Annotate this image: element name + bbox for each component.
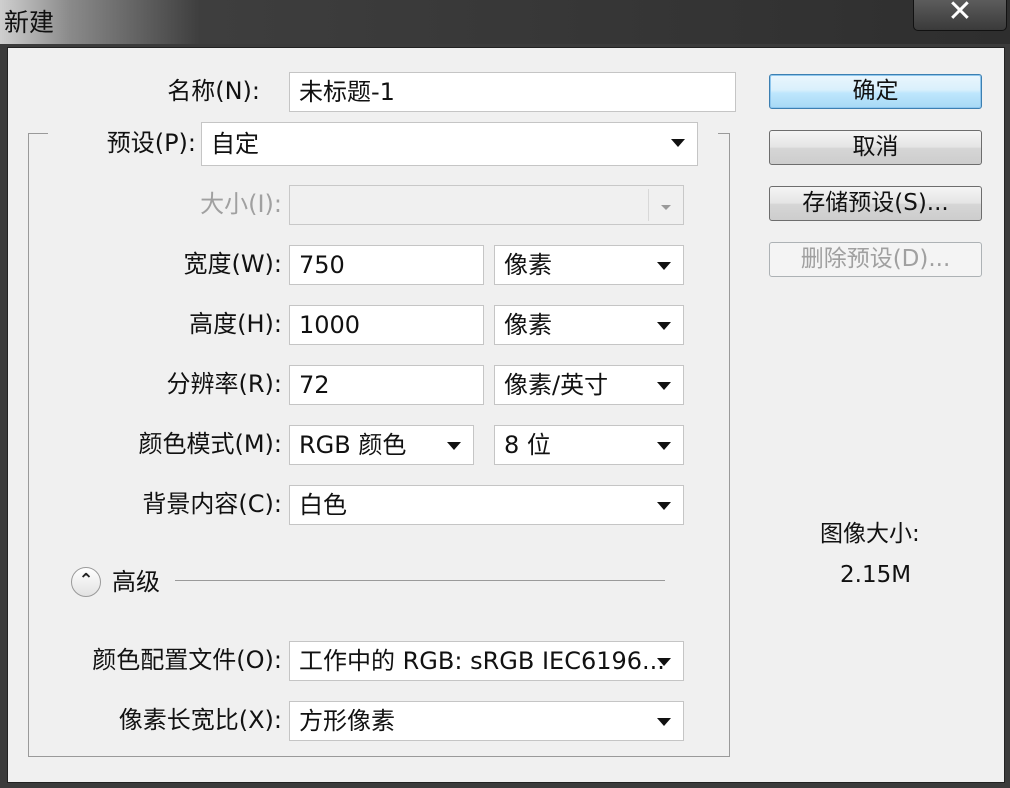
chevron-down-icon xyxy=(657,442,671,450)
background-value: 白色 xyxy=(299,491,347,519)
advanced-label[interactable]: 高级 xyxy=(112,567,160,597)
cancel-button[interactable]: 取消 xyxy=(769,130,982,165)
dialog-body: 名称(N): 未标题-1 预设(P): 自定 大小(I): 宽度(W): 750… xyxy=(7,47,1005,783)
height-label: 高度(H): xyxy=(189,310,282,338)
image-size-label: 图像大小: xyxy=(820,521,920,547)
resolution-unit-value: 像素/英寸 xyxy=(504,371,609,399)
save-preset-button[interactable]: 存储预设(S)... xyxy=(769,186,982,221)
chevron-down-icon xyxy=(657,262,671,270)
name-label: 名称(N): xyxy=(167,77,260,105)
width-input[interactable]: 750 xyxy=(289,245,484,285)
color-profile-dropdown[interactable]: 工作中的 RGB: sRGB IEC6196... xyxy=(289,641,684,681)
chevron-down-icon xyxy=(657,658,671,666)
pixel-aspect-value: 方形像素 xyxy=(299,707,395,735)
name-input[interactable]: 未标题-1 xyxy=(289,72,736,112)
pixel-aspect-dropdown[interactable]: 方形像素 xyxy=(289,701,684,741)
color-profile-value: 工作中的 RGB: sRGB IEC6196... xyxy=(299,647,665,675)
chevron-down-icon xyxy=(671,139,685,147)
new-document-dialog: 新建 ✕ 名称(N): 未标题-1 预设(P): 自定 大小(I): 宽度(W)… xyxy=(0,0,1010,788)
chevron-down-icon xyxy=(657,322,671,330)
background-label: 背景内容(C): xyxy=(142,490,282,518)
bit-depth-value: 8 位 xyxy=(504,431,551,459)
preset-dropdown[interactable]: 自定 xyxy=(201,122,698,166)
preset-label: 预设(P): xyxy=(106,129,196,157)
bit-depth-dropdown[interactable]: 8 位 xyxy=(494,425,684,465)
dialog-title: 新建 xyxy=(4,8,55,37)
chevron-down-icon xyxy=(657,502,671,510)
close-button[interactable]: ✕ xyxy=(913,0,1007,31)
double-chevron-up-icon[interactable]: ⌃ xyxy=(71,567,101,597)
height-input[interactable]: 1000 xyxy=(289,305,484,345)
width-unit-value: 像素 xyxy=(504,251,552,279)
ok-button[interactable]: 确定 xyxy=(769,74,982,109)
color-mode-label: 颜色模式(M): xyxy=(138,430,282,458)
delete-preset-button[interactable]: 删除预设(D)... xyxy=(769,242,982,277)
resolution-label: 分辨率(R): xyxy=(166,370,283,398)
preset-value: 自定 xyxy=(211,130,259,158)
chevron-down-icon xyxy=(657,718,671,726)
image-size-value: 2.15M xyxy=(840,562,912,588)
chevron-down-icon xyxy=(447,442,461,450)
resolution-input[interactable]: 72 xyxy=(289,365,484,405)
close-icon: ✕ xyxy=(947,0,973,29)
chevron-down-icon xyxy=(661,205,671,210)
height-unit-value: 像素 xyxy=(504,311,552,339)
width-label: 宽度(W): xyxy=(183,250,282,278)
height-unit-dropdown[interactable]: 像素 xyxy=(494,305,684,345)
advanced-divider xyxy=(175,580,665,581)
size-label: 大小(I): xyxy=(200,190,282,218)
color-mode-value: RGB 颜色 xyxy=(299,431,407,459)
resolution-unit-dropdown[interactable]: 像素/英寸 xyxy=(494,365,684,405)
size-dropdown[interactable] xyxy=(289,185,684,225)
color-profile-label: 颜色配置文件(O): xyxy=(92,646,282,674)
width-unit-dropdown[interactable]: 像素 xyxy=(494,245,684,285)
pixel-aspect-label: 像素长宽比(X): xyxy=(118,706,282,734)
title-bar[interactable]: 新建 ✕ xyxy=(0,0,1010,44)
chevron-down-icon xyxy=(657,382,671,390)
background-dropdown[interactable]: 白色 xyxy=(289,485,684,525)
color-mode-dropdown[interactable]: RGB 颜色 xyxy=(289,425,474,465)
